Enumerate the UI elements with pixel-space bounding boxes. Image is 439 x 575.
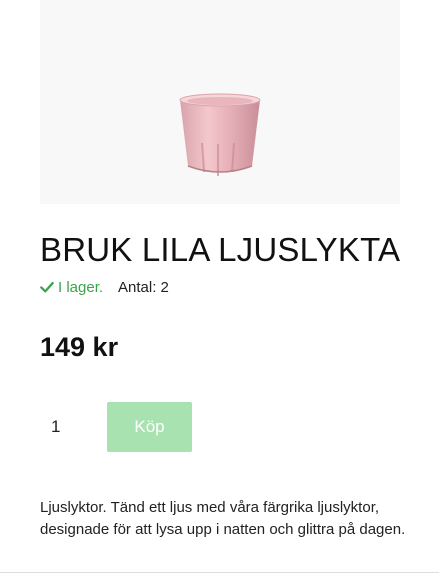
product-title: BRUK LILA LJUSLYKTA	[40, 231, 401, 268]
buy-button[interactable]: Köp	[107, 402, 192, 452]
stock-row: I lager. Antal: 2	[40, 277, 169, 297]
quantity-input[interactable]	[40, 402, 100, 452]
quantity-available: Antal: 2	[118, 278, 169, 296]
checkmark-icon	[40, 281, 54, 293]
tealight-holder-image	[179, 93, 261, 176]
product-price: 149 kr	[40, 332, 119, 362]
product-description: Ljuslyktor. Tänd ett ljus med våra färgr…	[40, 499, 406, 538]
product-image[interactable]	[40, 0, 400, 204]
divider	[0, 572, 439, 573]
product-page: BRUK LILA LJUSLYKTA I lager. Antal: 2 14…	[0, 0, 439, 575]
stock-status: I lager.	[58, 278, 104, 296]
